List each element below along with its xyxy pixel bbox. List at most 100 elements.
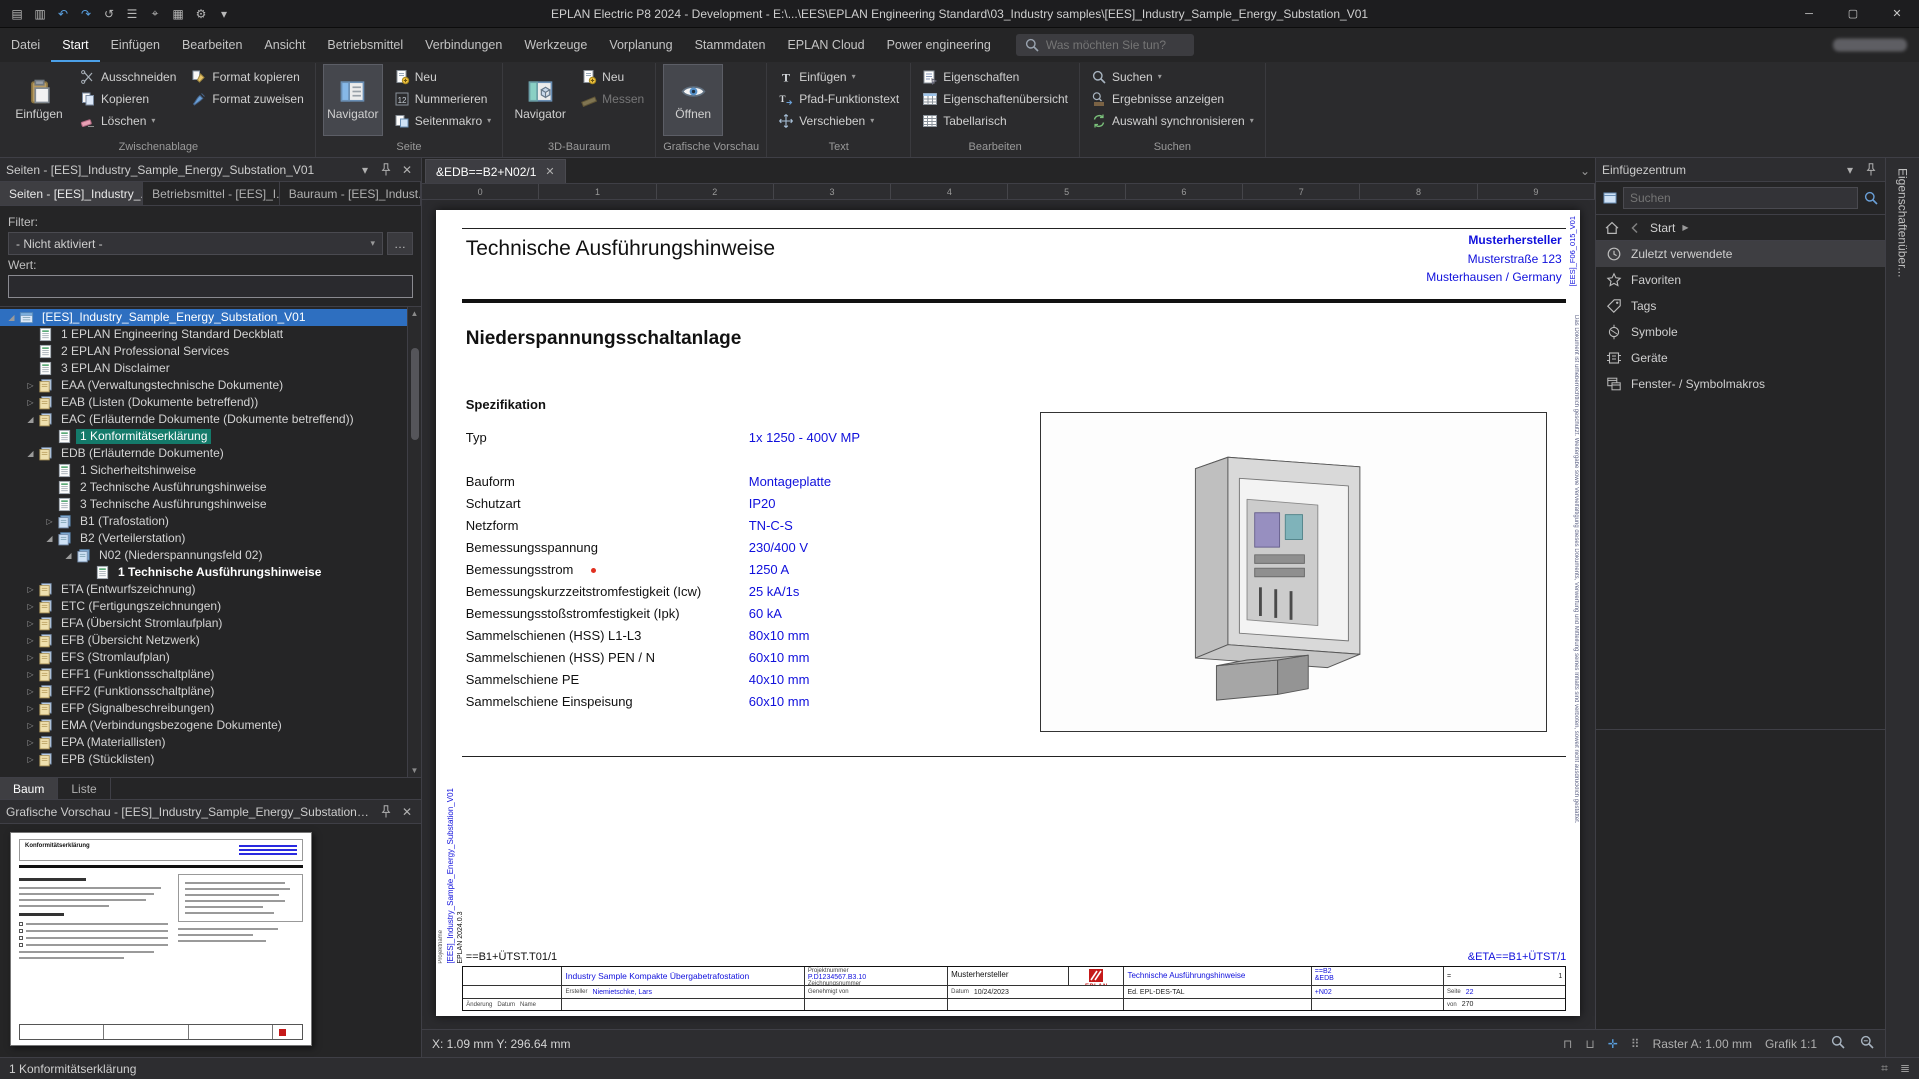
tree-item[interactable]: ▷EPA (Materiallisten) (0, 734, 407, 751)
pin-icon[interactable] (1863, 162, 1879, 178)
search-icon[interactable] (1863, 190, 1879, 206)
auswahl-synchronisieren-button[interactable]: Auswahl synchronisieren▾ (1087, 110, 1258, 131)
ribbon-tab-stammdaten[interactable]: Stammdaten (684, 28, 777, 62)
ergebnisse-anzeigen-button[interactable]: Ergebnisse anzeigen (1087, 88, 1258, 109)
scroll-thumb[interactable] (411, 348, 419, 440)
page-title[interactable]: Technische Ausführungshinweise (466, 237, 775, 261)
ribbon-tab-einfugen[interactable]: Einfügen (100, 28, 171, 62)
back-icon[interactable] (1627, 220, 1643, 236)
preview-page[interactable]: Konformitätserklärung (10, 832, 312, 1046)
company-address[interactable]: Musterhersteller Musterstraße 123 Muster… (1426, 231, 1561, 287)
close-icon[interactable]: ✕ (545, 165, 554, 178)
tree-item[interactable]: 1 EPLAN Engineering Standard Deckblatt (0, 326, 407, 343)
expander-icon[interactable]: ▷ (23, 381, 38, 390)
home-icon[interactable] (1604, 220, 1620, 236)
neu-button[interactable]: Neu (577, 66, 648, 87)
format-zuweisen-button[interactable]: Format zuweisen (187, 88, 307, 109)
scroll-down-icon[interactable]: ▼ (411, 764, 419, 777)
tree-item[interactable]: ▷EFB (Übersicht Netzwerk) (0, 632, 407, 649)
graphic-scale[interactable]: Grafik 1:1 (1765, 1037, 1817, 1051)
new-page-icon[interactable]: ▤ (6, 4, 28, 24)
spec-label[interactable]: Schutzart (466, 496, 749, 511)
spec-heading[interactable]: Spezifikation (466, 397, 546, 412)
filter-select[interactable]: - Nicht aktiviert - ▾ (8, 232, 383, 255)
expander-icon[interactable]: ▷ (23, 738, 38, 747)
tree-item[interactable]: ◢[EES]_Industry_Sample_Energy_Substation… (0, 309, 407, 326)
zoom-in-icon[interactable] (1830, 1034, 1846, 1053)
zoom-window-icon[interactable] (1859, 1034, 1875, 1053)
spec-label[interactable]: Netzform (466, 518, 749, 533)
tree-item[interactable]: ▷EFP (Signalbeschreibungen) (0, 700, 407, 717)
chevron-down-icon[interactable]: ▾ (357, 162, 373, 178)
redo-icon[interactable]: ↷ (75, 4, 97, 24)
ausschneiden-button[interactable]: Ausschneiden (76, 66, 180, 87)
view-tab-liste[interactable]: Liste (58, 778, 110, 799)
tree-item[interactable]: ▷EPB (Stücklisten) (0, 751, 407, 768)
expander-icon[interactable]: ▷ (23, 687, 38, 696)
scroll-up-icon[interactable]: ▲ (411, 307, 419, 320)
tree-item[interactable]: 1 Sicherheitshinweise (0, 462, 407, 479)
view-tab-baum[interactable]: Baum (0, 778, 58, 799)
spec-value[interactable]: 1250 A (749, 562, 790, 577)
ribbon-tab-betriebsmittel[interactable]: Betriebsmittel (316, 28, 414, 62)
insert-center-search-input[interactable] (1623, 187, 1858, 209)
tree-item[interactable]: ◢N02 (Niederspannungsfeld 02) (0, 547, 407, 564)
eigenschaftenubersicht-button[interactable]: Eigenschaftenübersicht (918, 88, 1072, 109)
insert-center-item-favoriten[interactable]: Favoriten (1596, 267, 1885, 293)
navigator-tab-betriebsmittel-ees-i[interactable]: Betriebsmittel - [EES]_I... (143, 182, 280, 205)
suchen-button[interactable]: Suchen▾ (1087, 66, 1258, 87)
tree-item[interactable]: ▷B1 (Trafostation) (0, 513, 407, 530)
wert-input[interactable] (8, 275, 413, 298)
tree-item[interactable]: ▷EAB (Listen (Dokumente betreffend)) (0, 394, 407, 411)
insert-center-item-gerate[interactable]: Geräte (1596, 345, 1885, 371)
expander-icon[interactable]: ◢ (23, 415, 38, 424)
undo-icon[interactable]: ↶ (52, 4, 74, 24)
chart-icon[interactable]: ▦ (167, 4, 189, 24)
spec-label[interactable]: Bauform (466, 474, 749, 489)
offnen-button[interactable]: Öffnen (663, 64, 723, 136)
einfugen-button[interactable]: TEinfügen▾ (774, 66, 903, 87)
close-window-button[interactable]: ✕ (1875, 0, 1919, 27)
spec-label[interactable]: Bemessungsstoßstromfestigkeit (Ipk) (466, 606, 749, 621)
refresh-icon[interactable]: ↺ (98, 4, 120, 24)
spec-value[interactable]: TN-C-S (749, 518, 793, 533)
tabellarisch-button[interactable]: Tabellarisch (918, 110, 1072, 131)
eigenschaften-button[interactable]: Eigenschaften (918, 66, 1072, 87)
spec-label[interactable]: Typ (466, 430, 749, 445)
spec-label[interactable]: Bemessungskurzzeitstromfestigkeit (Icw) (466, 584, 749, 599)
list-icon[interactable]: ☰ (121, 4, 143, 24)
insert-center-item-tags[interactable]: Tags (1596, 293, 1885, 319)
tree-item[interactable]: 1 Konformitätserklärung (0, 428, 407, 445)
expander-icon[interactable]: ▷ (23, 636, 38, 645)
format-kopieren-button[interactable]: Format kopieren (187, 66, 307, 87)
tree-item[interactable]: ◢EAC (Erläuternde Dokumente (Dokumente b… (0, 411, 407, 428)
tree-item[interactable]: ▷EAA (Verwaltungstechnische Dokumente) (0, 377, 407, 394)
filter-more-button[interactable]: … (387, 232, 413, 255)
tree-item[interactable]: 3 Technische Ausführungshinweise (0, 496, 407, 513)
chevron-down-icon[interactable]: ▾ (1842, 162, 1858, 178)
expander-icon[interactable]: ▷ (23, 398, 38, 407)
tab-list-dropdown-icon[interactable]: ⌄ (1575, 164, 1595, 178)
document-tab[interactable]: &EDB==B2+N02/1 ✕ (425, 159, 566, 183)
section-title[interactable]: Niederspannungsschaltanlage (466, 328, 742, 350)
grid-toggle-icon[interactable]: ⌗ (1881, 1061, 1888, 1076)
ribbon-tab-eplan-cloud[interactable]: EPLAN Cloud (776, 28, 875, 62)
expander-icon[interactable]: ▷ (23, 619, 38, 628)
ribbon-tab-bearbeiten[interactable]: Bearbeiten (171, 28, 253, 62)
expander-icon[interactable]: ▷ (23, 670, 38, 679)
expander-icon[interactable]: ▷ (23, 755, 38, 764)
expander-icon[interactable]: ▷ (23, 585, 38, 594)
tell-me-input[interactable] (1046, 38, 1186, 52)
expander-icon[interactable]: ▷ (23, 704, 38, 713)
loschen-button[interactable]: Löschen▾ (76, 110, 180, 131)
grid-icon[interactable]: ⠿ (1631, 1037, 1640, 1051)
tree-item[interactable]: ▷ETC (Fertigungszeichnungen) (0, 598, 407, 615)
ribbon-tab-start[interactable]: Start (51, 28, 99, 62)
cabinet-image-frame[interactable] (1040, 412, 1547, 733)
messen-button[interactable]: Messen (577, 88, 648, 109)
pan-crosshair-icon[interactable]: ✛ (1608, 1037, 1618, 1051)
tree-item[interactable]: ▷EFF2 (Funktionsschaltpläne) (0, 683, 407, 700)
spec-value[interactable]: 80x10 mm (749, 628, 810, 643)
tree-item[interactable]: 2 EPLAN Professional Services (0, 343, 407, 360)
tree-item[interactable]: ▷EMA (Verbindungsbezogene Dokumente) (0, 717, 407, 734)
